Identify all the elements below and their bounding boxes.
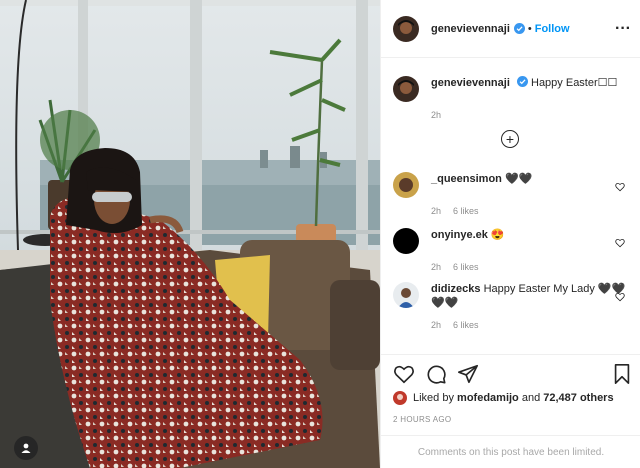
- heart-icon[interactable]: [393, 363, 415, 385]
- caption-username[interactable]: genevievennaji: [431, 77, 510, 89]
- comment-body: 🖤🖤: [504, 173, 533, 185]
- comment-heart-icon[interactable]: [615, 292, 625, 302]
- liked-and: and: [521, 392, 541, 404]
- comment-likes[interactable]: 6 likes: [453, 206, 479, 216]
- commenter-avatar[interactable]: [393, 228, 419, 254]
- bookmark-icon[interactable]: [611, 363, 633, 385]
- post-side-panel: genevievennaji • Follow ··· genevievenna…: [380, 0, 640, 468]
- action-icons: [393, 363, 633, 385]
- post-photo[interactable]: [0, 0, 380, 468]
- liker-avatar[interactable]: [393, 391, 407, 405]
- more-options-icon[interactable]: ···: [615, 20, 631, 38]
- post-timestamp[interactable]: 2 HOURS AGO: [393, 415, 451, 424]
- comment-icon[interactable]: [425, 363, 447, 385]
- verified-badge-icon: [516, 76, 528, 87]
- comment-username[interactable]: didizecks: [431, 283, 481, 295]
- comment-text: _queensimon 🖤🖤: [431, 172, 627, 186]
- caption-meta: 2h: [431, 110, 629, 120]
- author-username[interactable]: genevievennaji: [431, 23, 510, 35]
- commenter-avatar[interactable]: [393, 282, 419, 308]
- comment-item: didizecks Happy Easter My Lady 🖤🖤🖤🖤 2h 6 …: [393, 282, 633, 330]
- share-icon[interactable]: [457, 363, 479, 385]
- plus-circle-icon[interactable]: +: [501, 130, 519, 148]
- verified-badge-icon: [513, 23, 525, 34]
- header-separator: •: [527, 22, 532, 35]
- caption-text: genevievennaji Happy Easter☐☐: [431, 76, 627, 90]
- author-avatar[interactable]: [393, 15, 419, 42]
- user-tag-button[interactable]: [14, 436, 38, 460]
- commenter-avatar[interactable]: [393, 172, 419, 198]
- liked-count[interactable]: 72,487 others: [543, 392, 613, 404]
- comment-meta: 2h 6 likes: [431, 206, 633, 216]
- comment-text: onyinye.ek 😍: [431, 228, 627, 242]
- caption-body: Happy Easter☐☐: [531, 77, 618, 89]
- liked-prefix: Liked by: [413, 392, 454, 404]
- comment-meta: 2h 6 likes: [431, 320, 633, 330]
- comment-likes[interactable]: 6 likes: [453, 262, 479, 272]
- comment-meta: 2h 6 likes: [431, 262, 633, 272]
- comment-time[interactable]: 2h: [431, 262, 441, 272]
- caption: genevievennaji Happy Easter☐☐ 2h: [393, 76, 629, 120]
- post-image: [0, 0, 380, 468]
- comment-heart-icon[interactable]: [615, 182, 625, 192]
- liked-user[interactable]: mofedamijo: [457, 392, 519, 404]
- comment-time[interactable]: 2h: [431, 206, 441, 216]
- comment-username[interactable]: _queensimon: [431, 173, 502, 185]
- caption-time[interactable]: 2h: [431, 110, 441, 120]
- comments-list[interactable]: genevievennaji Happy Easter☐☐ 2h + _quee…: [381, 58, 640, 354]
- comment-body: 😍: [490, 229, 505, 241]
- post-header: genevievennaji • Follow ···: [381, 0, 640, 58]
- comment-heart-icon[interactable]: [615, 238, 625, 248]
- post-actions: Liked by mofedamijo and 72,487 others 2 …: [381, 354, 640, 468]
- caption-avatar[interactable]: [393, 76, 419, 102]
- comment-time[interactable]: 2h: [431, 320, 441, 330]
- comments-limited-notice: Comments on this post have been limited.: [381, 435, 640, 468]
- follow-button[interactable]: Follow: [535, 23, 570, 35]
- user-tag-icon: [21, 443, 31, 453]
- likes-summary: Liked by mofedamijo and 72,487 others: [393, 391, 614, 405]
- comment-item: onyinye.ek 😍 2h 6 likes: [393, 228, 633, 272]
- comment-username[interactable]: onyinye.ek: [431, 229, 488, 241]
- comment-likes[interactable]: 6 likes: [453, 320, 479, 330]
- comment-text: didizecks Happy Easter My Lady 🖤🖤🖤🖤: [431, 282, 627, 310]
- comment-item: _queensimon 🖤🖤 2h 6 likes: [393, 172, 633, 216]
